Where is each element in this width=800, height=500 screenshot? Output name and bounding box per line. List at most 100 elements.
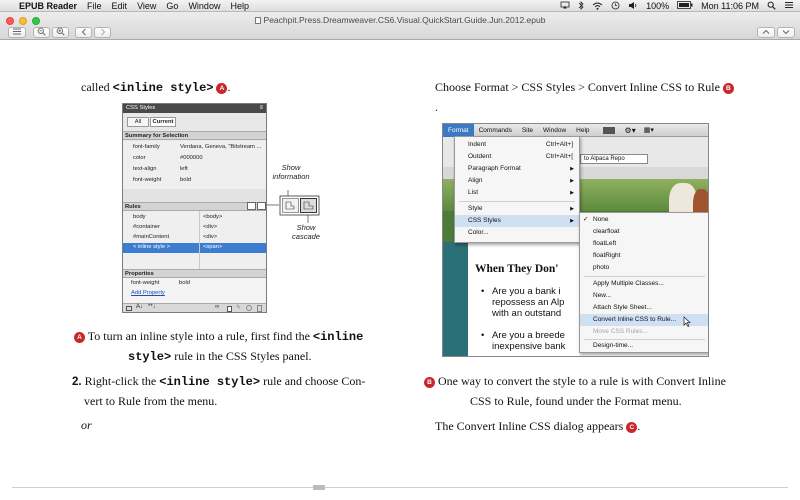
dw-sidebar-strip bbox=[443, 242, 468, 356]
bluetooth-icon[interactable] bbox=[578, 0, 584, 12]
caption-a-text: rule in the CSS Styles panel. bbox=[171, 349, 312, 363]
menu-view[interactable]: View bbox=[137, 1, 156, 11]
zoom-out-button[interactable] bbox=[33, 27, 50, 38]
submenu-item-photo: photo bbox=[593, 264, 610, 271]
page-progress-handle[interactable] bbox=[313, 485, 325, 490]
page-progress-track[interactable] bbox=[12, 487, 788, 488]
right-intro-period: . bbox=[435, 100, 438, 114]
submenu-item-apply-multiple: Apply Multiple Classes... bbox=[593, 280, 664, 287]
dw-heading: When They Don' bbox=[475, 263, 559, 275]
notification-center-icon[interactable] bbox=[784, 1, 794, 11]
submenu-item-design-time: Design-time... bbox=[593, 342, 634, 349]
step-text: rule and choose Con- bbox=[260, 374, 366, 388]
figure-marker-a: A bbox=[74, 332, 85, 343]
inline-style-code: <inline style> bbox=[112, 81, 214, 95]
clock[interactable]: Mon 11:06 PM bbox=[701, 1, 759, 11]
property-name: font-weight bbox=[131, 280, 160, 286]
rules-header: Rules bbox=[123, 202, 266, 211]
submenu-arrow-icon: ▶ bbox=[570, 218, 574, 224]
volume-icon[interactable] bbox=[628, 1, 638, 12]
menu-item-label: CSS Styles bbox=[468, 217, 501, 224]
dw-extensions-icon: ▦▾ bbox=[643, 127, 654, 134]
page-down-button[interactable] bbox=[777, 27, 795, 38]
menu-shortcut: Ctrl+Alt+[ bbox=[545, 153, 573, 160]
page-up-button[interactable] bbox=[757, 27, 775, 38]
menu-item-indent: Indent Ctrl+Alt+] bbox=[455, 139, 579, 151]
step-text: Right-click the bbox=[81, 374, 160, 388]
battery-icon[interactable] bbox=[677, 1, 693, 11]
menu-shortcut: Ctrl+Alt+] bbox=[545, 141, 573, 148]
dw-url-field: to Alpaca Repo bbox=[580, 154, 648, 164]
dw-bullet-2: • Are you a breede inexpensive bank bbox=[481, 330, 565, 352]
dw-menu-window: Window bbox=[543, 126, 567, 134]
dw-bullet-line: repossess an Alp bbox=[492, 297, 565, 308]
dw-format-menu: Indent Ctrl+Alt+] Outdent Ctrl+Alt+[ Parag… bbox=[454, 136, 580, 243]
menu-separator bbox=[459, 201, 575, 202]
dw-layout-icon bbox=[602, 126, 615, 134]
right-intro-text: Choose Format > CSS Styles > Convert Inl… bbox=[435, 80, 723, 94]
category-view-icon bbox=[126, 306, 132, 311]
caption-a-line2: style> rule in the CSS Styles panel. bbox=[128, 348, 312, 365]
right-intro-line: Choose Format > CSS Styles > Convert Inl… bbox=[435, 79, 734, 95]
inline-style-code: <inline bbox=[312, 330, 364, 344]
property-value: bold bbox=[179, 280, 190, 286]
submenu-item-floatright: floatRight bbox=[593, 252, 621, 259]
disable-icon bbox=[246, 305, 252, 311]
rule-tag: <body> bbox=[203, 214, 223, 220]
caption-b-line2: CSS to Rule, found under the Format menu… bbox=[470, 394, 682, 408]
inline-style-code: style> bbox=[128, 350, 172, 364]
dw-menu-commands: Commands bbox=[478, 126, 512, 134]
step-2-line1: 2. Right-click the <inline style> rule a… bbox=[72, 373, 365, 390]
document-icon bbox=[254, 17, 261, 24]
dw-bullet-line: Are you a bank i bbox=[492, 286, 561, 297]
menu-item-label: List bbox=[468, 189, 479, 196]
wifi-icon[interactable] bbox=[592, 1, 603, 12]
time-machine-icon[interactable] bbox=[611, 1, 620, 12]
caption-b-text: One way to convert the style to a rule i… bbox=[435, 374, 726, 388]
system-menu-bar: EPUB Reader File Edit View Go Window Hel… bbox=[0, 0, 800, 12]
menu-edit[interactable]: Edit bbox=[112, 1, 128, 11]
book-page[interactable]: called <inline style> A. CSS Styles ≡ Al… bbox=[0, 41, 800, 500]
figure-marker-b: B bbox=[722, 83, 734, 94]
submenu-item-convert-inline: Convert Inline CSS to Rule... bbox=[580, 314, 708, 327]
step-number: 2. bbox=[72, 376, 82, 388]
app-menu[interactable]: EPUB Reader bbox=[19, 1, 77, 11]
figure-marker-a: A bbox=[216, 83, 228, 94]
spotlight-icon[interactable] bbox=[767, 1, 776, 12]
menu-help[interactable]: Help bbox=[230, 1, 249, 11]
dw-bullet-1: • Are you a bank i repossess an Alp with… bbox=[481, 286, 565, 319]
show-information-callout: Show information bbox=[272, 163, 310, 181]
zoom-in-button[interactable] bbox=[52, 27, 69, 38]
caption-a-line1: A To turn an inline style into a rule, f… bbox=[74, 328, 363, 345]
menu-item-label: Convert Inline CSS to Rule... bbox=[593, 316, 677, 323]
menu-window[interactable]: Window bbox=[188, 1, 220, 11]
sidebar-toggle-button[interactable] bbox=[8, 27, 26, 38]
chevron-left-icon bbox=[81, 28, 87, 38]
menu-go[interactable]: Go bbox=[166, 1, 178, 11]
new-rule-icon bbox=[227, 306, 232, 312]
dw-menu-site: Site bbox=[521, 126, 534, 134]
menu-item-label: Style bbox=[468, 205, 483, 212]
callout-leaders bbox=[267, 190, 320, 223]
set-only-icon: **↓ bbox=[148, 304, 156, 310]
submenu-arrow-icon: ▶ bbox=[570, 166, 574, 172]
battery-percent: 100% bbox=[646, 1, 670, 11]
rules-list: body <body> #container <div> #mainConten… bbox=[123, 211, 266, 269]
panel-footer-toolbar: A↓ **↓ ∞ ✎ bbox=[123, 303, 266, 312]
column-divider bbox=[199, 211, 200, 269]
menu-item-label: Indent bbox=[468, 141, 487, 148]
tab-all: All bbox=[127, 117, 149, 127]
menu-item-label: Color... bbox=[468, 229, 489, 236]
chevron-down-icon bbox=[782, 28, 790, 37]
back-button[interactable] bbox=[75, 27, 92, 38]
menu-item-label: Align bbox=[468, 177, 483, 184]
forward-button[interactable] bbox=[94, 27, 111, 38]
inline-style-code: <inline style> bbox=[159, 375, 261, 389]
edit-rule-icon: ✎ bbox=[236, 305, 242, 311]
submenu-item-move-css: Move CSS Rules... bbox=[593, 328, 648, 335]
menu-file[interactable]: File bbox=[87, 1, 102, 11]
left-intro-text: called bbox=[81, 80, 113, 94]
airplay-icon[interactable] bbox=[560, 1, 570, 11]
zoom-in-icon bbox=[56, 27, 65, 38]
tab-current: Current bbox=[150, 117, 176, 127]
